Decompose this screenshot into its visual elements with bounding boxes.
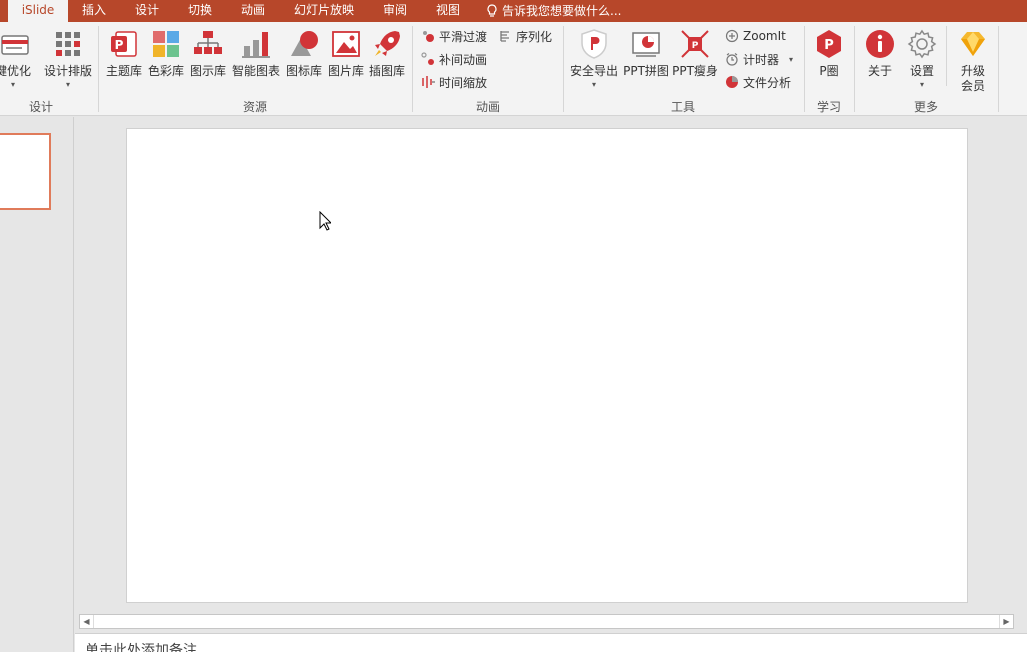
ribbon-tab-bar: iSlide 插入 设计 切换 动画 幻灯片放映 审阅 视图 告诉我您想要做什么… xyxy=(0,0,1027,22)
sequence-icon xyxy=(500,31,509,42)
scroll-right-arrow-icon[interactable]: ▶ xyxy=(999,615,1013,628)
notes-pane[interactable]: 单击此处添加备注 xyxy=(75,633,1027,652)
diamond-icon xyxy=(961,32,985,56)
group-divider xyxy=(998,26,999,112)
mouse-pointer-icon xyxy=(319,211,331,231)
chevron-down-icon: ▾ xyxy=(10,80,15,89)
group-divider xyxy=(946,26,947,86)
upgrade-label-line2: 会员 xyxy=(960,79,985,93)
optimize-icon xyxy=(1,35,29,55)
ribbon: 键优化 ▾ 设计排版 ▾ 设计 P 主题库 色彩库 图示库 智能图表 图标库 图… xyxy=(0,22,1027,116)
timer-label: 计时器 xyxy=(743,52,780,67)
svg-text:P: P xyxy=(692,41,699,51)
svg-text:P: P xyxy=(824,38,834,53)
tab-animations[interactable]: 动画 xyxy=(231,0,275,22)
chevron-down-icon: ▾ xyxy=(65,80,70,89)
picture-icon xyxy=(332,31,360,57)
chevron-down-icon[interactable]: ▾ xyxy=(789,55,793,64)
group-label-animation: 动画 xyxy=(475,100,500,114)
time-scale-icon xyxy=(422,76,435,88)
shapes-icon xyxy=(291,31,318,56)
slide-canvas[interactable] xyxy=(126,128,968,603)
serialize-button[interactable]: 序列化 xyxy=(498,26,552,46)
clock-icon xyxy=(726,53,738,66)
file-analysis-label: 文件分析 xyxy=(743,75,792,90)
chevron-down-icon: ▾ xyxy=(919,80,924,89)
tab-slideshow[interactable]: 幻灯片放映 xyxy=(286,0,362,22)
group-label-more: 更多 xyxy=(913,100,938,114)
group-label-tools: 工具 xyxy=(670,100,695,114)
tab-view[interactable]: 视图 xyxy=(426,0,470,22)
about-label: 关于 xyxy=(867,64,892,78)
group-divider xyxy=(98,26,99,112)
group-label-resources: 资源 xyxy=(242,100,267,114)
smooth-transition-label: 平滑过渡 xyxy=(439,29,488,44)
file-analysis-button[interactable]: 文件分析 xyxy=(725,72,791,92)
color-palette-icon xyxy=(153,31,179,57)
group-divider xyxy=(854,26,855,112)
rocket-icon xyxy=(375,31,400,56)
svg-text:P: P xyxy=(115,38,124,52)
notes-placeholder: 单击此处添加备注 xyxy=(85,643,197,652)
scroll-left-arrow-icon[interactable]: ◀ xyxy=(80,615,94,628)
collage-icon xyxy=(632,32,660,57)
info-icon xyxy=(866,30,894,58)
ppt-collage-label: PPT拼图 xyxy=(623,64,669,78)
theme-lib-label: 主题库 xyxy=(105,64,142,78)
zoomit-label: ZoomIt xyxy=(743,29,786,43)
powerpoint-icon: P xyxy=(111,31,137,57)
grid-layout-icon xyxy=(56,32,80,56)
settings-label: 设置 xyxy=(909,64,934,78)
tween-icon xyxy=(421,52,434,65)
org-chart-icon xyxy=(194,31,222,54)
serialize-label: 序列化 xyxy=(516,29,553,44)
compress-icon: P xyxy=(681,30,709,58)
p-circle-icon: P xyxy=(817,30,841,58)
tab-transitions[interactable]: 切换 xyxy=(178,0,222,22)
tell-me-text: 告诉我您想要做什么... xyxy=(502,4,622,18)
tab-review[interactable]: 审阅 xyxy=(373,0,417,22)
one-click-optimize-label: 键优化 xyxy=(0,64,31,78)
ppt-slim-label: PPT瘦身 xyxy=(672,64,718,78)
diagram-lib-label: 图示库 xyxy=(189,64,226,78)
tab-islide[interactable]: iSlide xyxy=(8,0,68,22)
illustration-lib-label: 插图库 xyxy=(368,64,405,78)
smart-chart-label: 智能图表 xyxy=(231,64,280,78)
zoom-in-icon xyxy=(725,29,739,43)
time-scale-label: 时间缩放 xyxy=(439,75,488,90)
tab-design[interactable]: 设计 xyxy=(125,0,169,22)
gear-icon xyxy=(907,29,937,59)
smooth-transition-icon xyxy=(423,31,434,42)
icon-lib-label: 图标库 xyxy=(285,64,322,78)
horizontal-scrollbar[interactable]: ◀ ▶ xyxy=(79,614,1014,629)
shield-icon xyxy=(581,29,607,59)
color-lib-label: 色彩库 xyxy=(147,64,184,78)
design-layout-label: 设计排版 xyxy=(43,64,92,78)
tween-animation-label: 补间动画 xyxy=(439,52,488,67)
tween-animation-button[interactable]: 补间动画 xyxy=(421,49,487,69)
pie-chart-icon xyxy=(726,76,738,88)
p-circle-label: P圈 xyxy=(819,64,839,78)
timer-button[interactable]: 计时器 ▾ xyxy=(725,49,793,69)
bar-chart-icon xyxy=(242,32,270,58)
time-scale-button[interactable]: 时间缩放 xyxy=(421,72,487,92)
chevron-down-icon: ▾ xyxy=(591,80,596,89)
slide-editing-area[interactable] xyxy=(75,117,1027,613)
safe-export-label: 安全导出 xyxy=(569,64,618,78)
lightbulb-icon xyxy=(487,4,497,17)
group-label-design: 设计 xyxy=(28,100,53,114)
group-divider xyxy=(412,26,413,112)
slide-thumbnail[interactable] xyxy=(0,133,51,210)
smooth-transition-button[interactable]: 平滑过渡 xyxy=(421,26,487,46)
group-label-learn: 学习 xyxy=(816,100,841,114)
tell-me-search[interactable]: 告诉我您想要做什么... xyxy=(486,0,621,22)
group-divider xyxy=(563,26,564,112)
picture-lib-label: 图片库 xyxy=(327,64,364,78)
zoomit-button[interactable]: ZoomIt xyxy=(725,26,786,46)
slide-thumbnail-panel[interactable] xyxy=(0,117,74,652)
tab-insert[interactable]: 插入 xyxy=(72,0,116,22)
